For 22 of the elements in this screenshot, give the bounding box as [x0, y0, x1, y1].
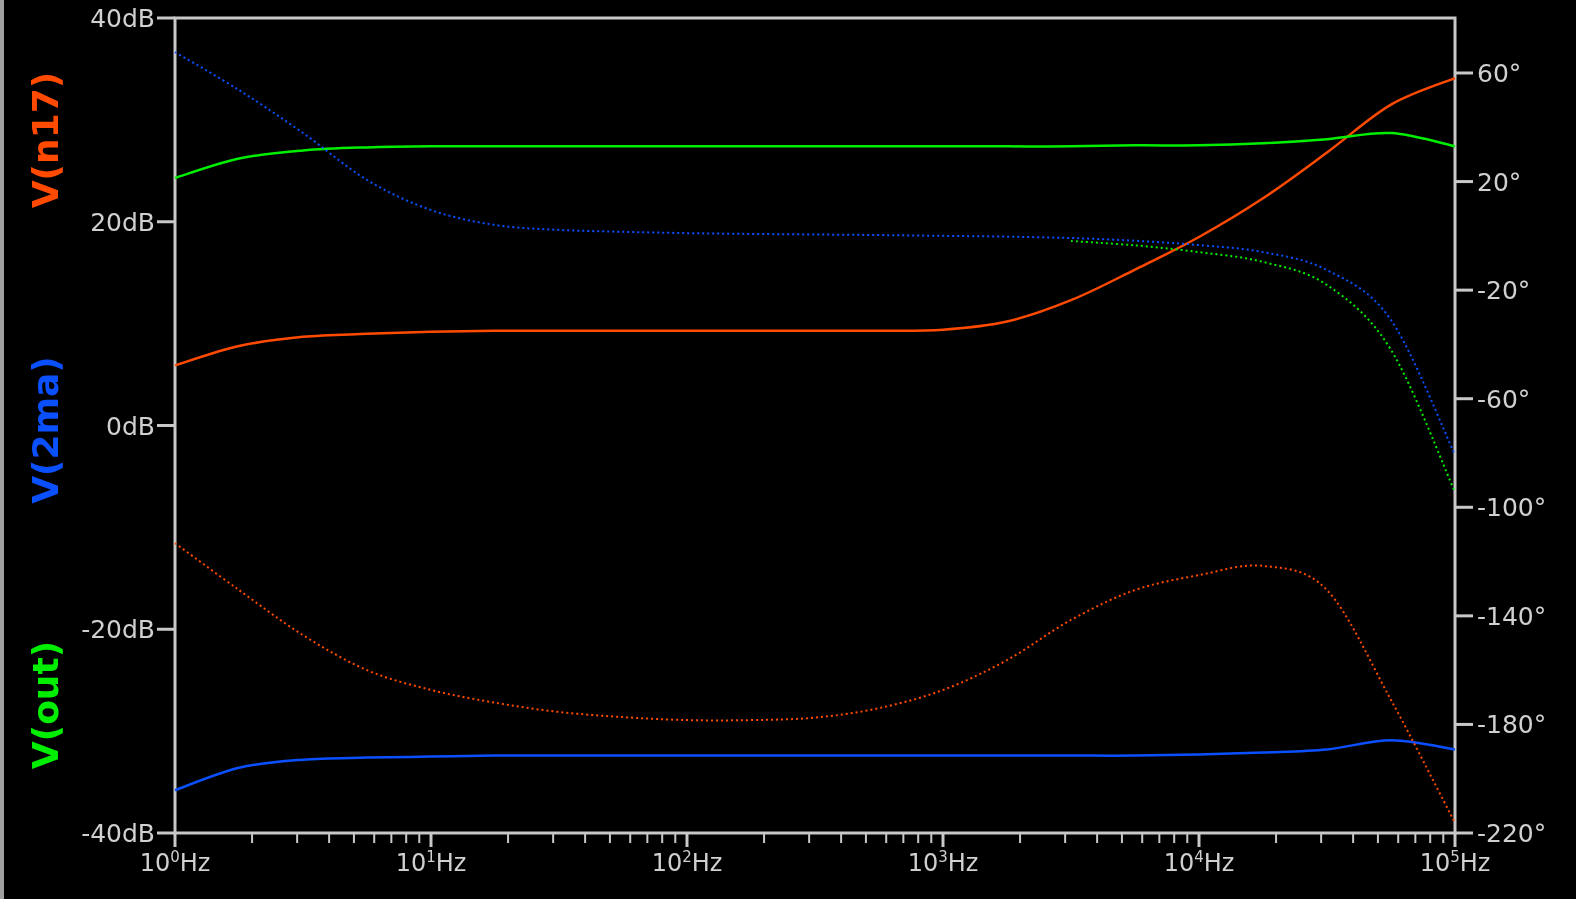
- phase-axis-label: -140°: [1477, 601, 1547, 631]
- phase-axis-label: 60°: [1477, 59, 1522, 88]
- x-axis-label: 10$^{5}$Hz: [1419, 849, 1491, 877]
- trace-legend-label[interactable]: V(2ma): [25, 356, 66, 504]
- trace-legend-label[interactable]: V(out): [25, 640, 66, 770]
- x-axis-label: 10$^{2}$Hz: [651, 849, 723, 877]
- trace-legend-label[interactable]: V(n17): [25, 71, 66, 209]
- y-axis-label: 20dB: [90, 207, 155, 237]
- phase-axis-label: 20°: [1477, 167, 1522, 197]
- phase-axis-label: -180°: [1477, 710, 1547, 740]
- y-axis-label: 0dB: [106, 411, 155, 441]
- phase-axis-label: -20°: [1477, 276, 1531, 306]
- y-axis-label: -20dB: [81, 615, 155, 645]
- phase-axis-label: -220°: [1477, 819, 1547, 848]
- phase-axis-label: -100°: [1477, 493, 1547, 523]
- y-axis-label: -40dB: [81, 819, 155, 848]
- x-axis-label: 10$^{4}$Hz: [1163, 849, 1235, 877]
- x-axis-label: 10$^{1}$Hz: [395, 849, 467, 877]
- phase-axis-label: -60°: [1477, 384, 1531, 414]
- x-axis-label: 10$^{3}$Hz: [907, 849, 979, 877]
- x-axis-label: 10$^{0}$Hz: [139, 849, 211, 877]
- y-axis-label: 40dB: [90, 4, 155, 33]
